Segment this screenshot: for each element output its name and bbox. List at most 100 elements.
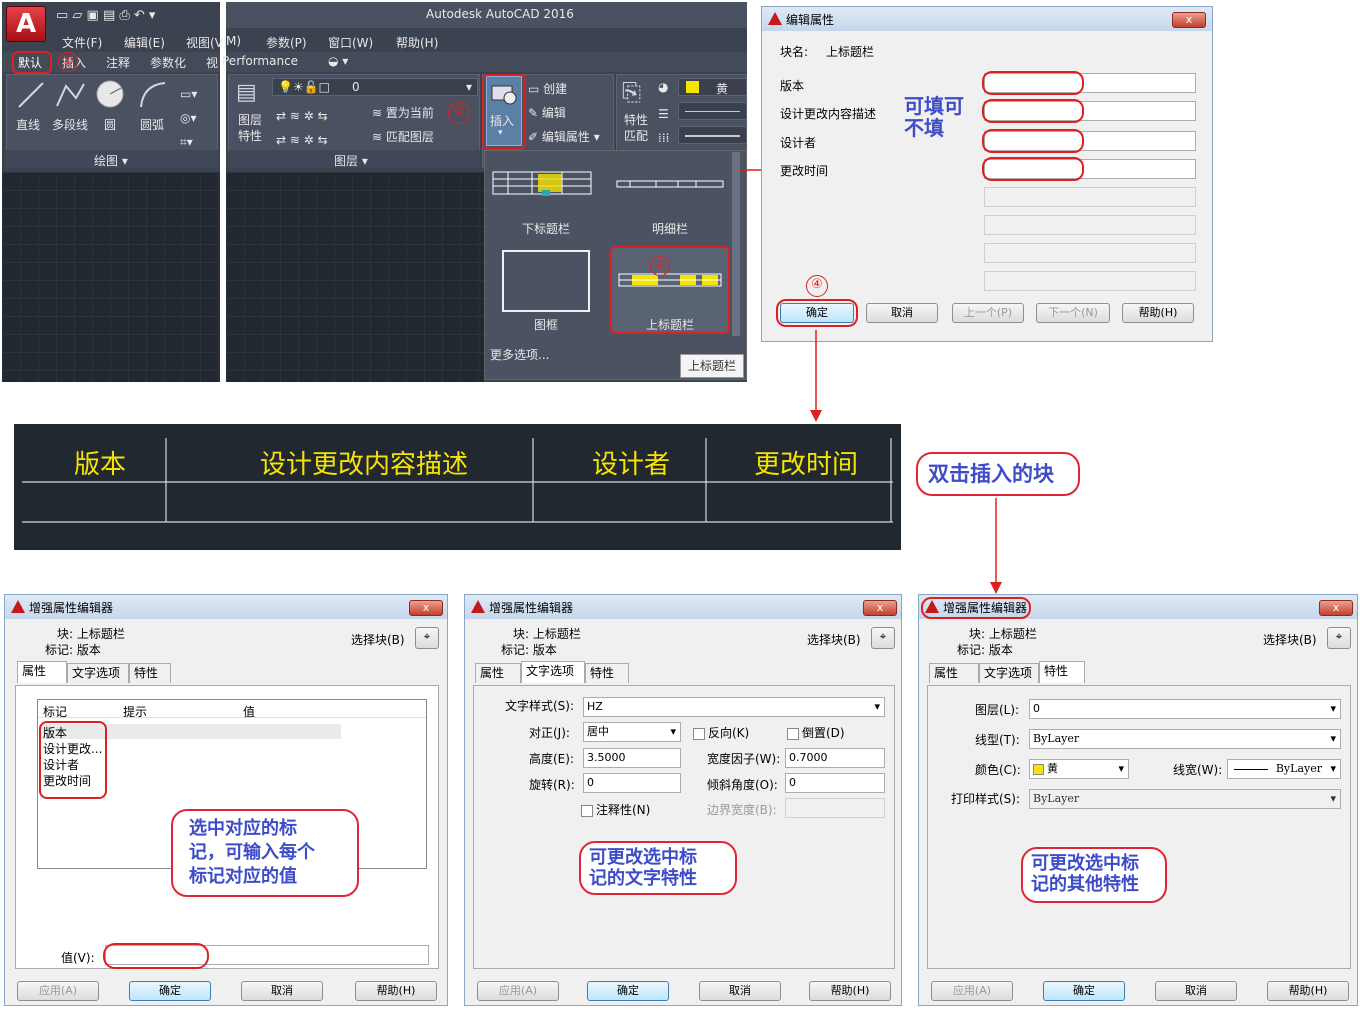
small-draw-icons[interactable]: ▭▾ ◎▾ ⌗▾: [180, 82, 210, 154]
gallery-label-lower-title[interactable]: 下标题栏: [522, 220, 570, 237]
color-wheel-icon[interactable]: ◕: [658, 80, 668, 94]
linetype-dropdown[interactable]: [678, 102, 747, 120]
height-input[interactable]: 3.5000: [583, 748, 681, 768]
tab-properties[interactable]: 特性: [585, 663, 629, 683]
lineweight-dropdown[interactable]: [678, 126, 747, 144]
tab-properties[interactable]: 特性: [1039, 661, 1085, 683]
reverse-check-box[interactable]: [693, 727, 705, 740]
tab-attributes[interactable]: 属性: [17, 661, 67, 683]
cancel-button[interactable]: 取消: [1155, 981, 1237, 1001]
menu-edit[interactable]: 编辑(E): [124, 34, 165, 51]
layer-properties-label[interactable]: 图层 特性: [238, 112, 262, 144]
menu-param[interactable]: 参数(P): [266, 34, 307, 51]
circle-icon[interactable]: [94, 78, 126, 110]
cancel-button[interactable]: 取消: [866, 303, 938, 323]
help-button[interactable]: 帮助(H): [1122, 303, 1194, 323]
upside-down-checkbox[interactable]: 倒置(D): [787, 724, 845, 741]
cancel-button[interactable]: 取消: [241, 981, 323, 1001]
annotative-check-box[interactable]: [581, 804, 593, 817]
col-prompt[interactable]: 提示: [123, 703, 147, 720]
justify-dropdown[interactable]: 居中: [583, 722, 681, 742]
arc-icon[interactable]: [138, 80, 168, 110]
tool-line[interactable]: 直线: [16, 116, 40, 133]
upside-down-check-box[interactable]: [787, 727, 799, 740]
layer-tool-icons[interactable]: ⇄ ≋ ✲ ⇆ ⇄ ≋ ✲ ⇆: [276, 104, 328, 152]
more-options[interactable]: 更多选项...: [490, 346, 549, 363]
tab-parametric[interactable]: 参数化: [150, 54, 186, 71]
tab-attributes[interactable]: 属性: [475, 663, 521, 683]
tool-polyline[interactable]: 多段线: [52, 116, 88, 133]
close-button[interactable]: x: [1172, 12, 1206, 28]
width-factor-input[interactable]: 0.7000: [785, 748, 885, 768]
lineweight-icons[interactable]: ☰ ⁞⁞⁞: [658, 102, 669, 150]
previous-button[interactable]: 上一个(P): [952, 303, 1024, 323]
menu-view-tail[interactable]: M): [226, 34, 241, 48]
gallery-label-parts-list[interactable]: 明细栏: [652, 220, 688, 237]
polyline-icon[interactable]: [54, 80, 86, 110]
next-button[interactable]: 下一个(N): [1036, 303, 1110, 323]
block-edit-attr[interactable]: ✐ 编辑属性 ▾: [528, 128, 600, 145]
app-button[interactable]: A: [6, 6, 46, 42]
close-button[interactable]: x: [409, 600, 443, 616]
help-button[interactable]: 帮助(H): [355, 981, 437, 1001]
gallery-thumb-frame[interactable]: [502, 250, 590, 312]
tab-text-options[interactable]: 文字选项: [521, 661, 585, 683]
apply-button[interactable]: 应用(A): [477, 981, 559, 1001]
layer-dropdown[interactable]: 0: [1029, 699, 1341, 719]
layer-match[interactable]: ≋ 匹配图层: [372, 128, 434, 145]
match-properties-label[interactable]: 特性 匹配: [624, 112, 648, 144]
ok-button[interactable]: 确定: [129, 981, 211, 1001]
menu-window[interactable]: 窗口(W): [328, 34, 373, 51]
gallery-label-frame[interactable]: 图框: [534, 316, 558, 333]
annotative-checkbox[interactable]: 注释性(N): [581, 801, 650, 818]
linetype-dropdown[interactable]: ByLayer: [1029, 729, 1341, 749]
close-button[interactable]: x: [1319, 600, 1353, 616]
tab-annotate[interactable]: 注释: [106, 54, 130, 71]
reverse-checkbox[interactable]: 反向(K): [693, 724, 749, 741]
ok-button[interactable]: 确定: [587, 981, 669, 1001]
cancel-button[interactable]: 取消: [699, 981, 781, 1001]
layer-panel-title[interactable]: 图层 ▾: [334, 152, 368, 169]
tool-circle[interactable]: 圆: [104, 116, 116, 133]
layer-set-current[interactable]: ≋ 置为当前: [372, 104, 434, 121]
drawing-canvas-left[interactable]: [2, 172, 220, 382]
tab-text-options[interactable]: 文字选项: [979, 663, 1039, 683]
tool-arc[interactable]: 圆弧: [140, 116, 164, 133]
menu-file[interactable]: 文件(F): [62, 34, 102, 51]
color-dropdown[interactable]: 黄: [1029, 759, 1129, 779]
menu-view[interactable]: 视图(V): [186, 34, 228, 51]
help-button[interactable]: 帮助(H): [809, 981, 891, 1001]
apply-button[interactable]: 应用(A): [931, 981, 1013, 1001]
col-value[interactable]: 值: [243, 703, 255, 720]
apply-button[interactable]: 应用(A): [17, 981, 99, 1001]
gallery-label-upper-title[interactable]: 上标题栏: [646, 316, 694, 333]
gallery-thumb-parts-list[interactable]: [616, 178, 726, 190]
match-properties-icon[interactable]: ⎘: [622, 78, 641, 106]
tab-text-options[interactable]: 文字选项: [67, 663, 129, 683]
close-button[interactable]: x: [863, 600, 897, 616]
oblique-input[interactable]: 0: [785, 773, 885, 793]
tab-extra-dropdown[interactable]: ◒ ▾: [328, 54, 348, 68]
rotation-input[interactable]: 0: [583, 773, 681, 793]
help-button[interactable]: 帮助(H): [1267, 981, 1349, 1001]
draw-panel-title[interactable]: 绘图 ▾: [94, 152, 128, 169]
ok-button[interactable]: 确定: [1043, 981, 1125, 1001]
tab-attributes[interactable]: 属性: [929, 663, 979, 683]
col-tag[interactable]: 标记: [43, 703, 67, 720]
title-block-canvas[interactable]: 版本 设计更改内容描述 设计者 更改时间: [14, 424, 901, 550]
block-create[interactable]: ▭ 创建: [528, 80, 567, 97]
lineweight-dropdown[interactable]: ByLayer: [1227, 759, 1341, 779]
qat-icons[interactable]: ▭ ▱ ▣ ▤ ⎙ ↶ ▾: [56, 8, 155, 23]
drawing-canvas-mid[interactable]: [226, 172, 484, 382]
select-block-button[interactable]: ⌖: [1327, 627, 1351, 649]
tab-properties[interactable]: 特性: [129, 663, 171, 683]
gallery-thumb-lower-title[interactable]: [492, 168, 594, 200]
menu-help[interactable]: 帮助(H): [396, 34, 438, 51]
line-icon[interactable]: [16, 80, 46, 110]
tab-view[interactable]: 视: [206, 54, 218, 71]
tab-performance[interactable]: Performance: [222, 54, 298, 68]
layer-properties-icon[interactable]: ▤: [236, 80, 257, 105]
select-block-button[interactable]: ⌖: [871, 627, 895, 649]
text-style-dropdown[interactable]: HZ: [583, 697, 885, 717]
select-block-button[interactable]: ⌖: [415, 627, 439, 649]
